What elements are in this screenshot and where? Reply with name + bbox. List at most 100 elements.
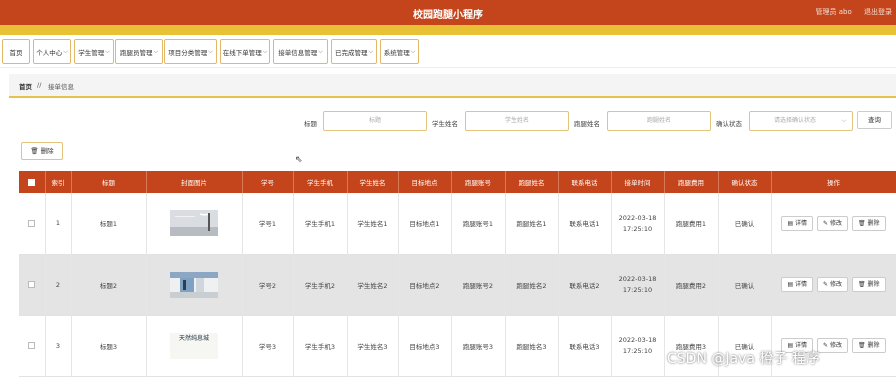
title-cell: 标题2 [71, 254, 147, 315]
runner-name-cell: 跑腿姓名3 [505, 315, 559, 376]
row-index: 3 [45, 315, 72, 376]
chevron-down-icon: ⌵ [841, 117, 846, 124]
row-checkbox[interactable] [19, 193, 46, 254]
breadcrumb-home[interactable]: 首页 [19, 81, 32, 91]
edit-button-label: 修改 [829, 281, 842, 288]
nav-item-label: 首页 [9, 48, 23, 57]
column-header: 跑腿账号 [451, 171, 506, 193]
runner-name-label: 跑腿姓名 [574, 120, 600, 128]
nav-item-0[interactable]: 首页 [2, 39, 30, 64]
runner-name-cell: 跑腿姓名2 [505, 254, 559, 315]
edit-button[interactable]: ✎ 修改 [817, 338, 848, 353]
fee-cell: 跑腿费用1 [664, 193, 719, 254]
runner-account-cell: 跑腿账号1 [451, 193, 506, 254]
row-index: 2 [45, 254, 72, 315]
student-name-cell: 学生姓名2 [347, 254, 399, 315]
delete-button[interactable]: 🗑 删除 [852, 277, 886, 292]
accept-time-cell: 2022-03-18 17:25:10 [611, 193, 665, 254]
phone-cell: 联系电话3 [558, 315, 612, 376]
batch-delete-button[interactable]: 🗑 删除 [21, 142, 63, 160]
target-cell: 目标地点1 [398, 193, 452, 254]
row-checkbox[interactable] [19, 315, 46, 376]
delete-button-label: 删除 [867, 219, 880, 227]
row-actions: ▤ 详情 ✎ 修改 🗑 删除 [771, 254, 896, 315]
chevron-down-icon: ⌵ [368, 47, 374, 55]
nav-item-4[interactable]: 项目分类管理 ⌵ [164, 39, 217, 64]
trash-icon: 🗑 [858, 342, 868, 349]
nav-item-label: 个人中心 [36, 48, 63, 57]
chevron-down-icon: ⌵ [318, 47, 323, 55]
edit-button-label: 修改 [829, 219, 842, 227]
status-cell: 已确认 [718, 193, 772, 254]
column-header: 跑腿费用 [664, 171, 719, 193]
cover-image [170, 210, 218, 237]
watermark: CSDN @Java 橙子 程序 [667, 351, 820, 367]
cover-cell: 天然纯息城 [146, 315, 243, 376]
breadcrumb-separator: // [37, 81, 42, 89]
table-row: 1 标题1 学号1 学生手机1 学生姓名1 目标地点1 跑腿账号1 跑腿姓名1 联系电话1 202… [19, 193, 896, 254]
title-cell: 标题1 [71, 193, 147, 254]
delete-button[interactable]: 🗑 删除 [852, 215, 886, 231]
main-nav: 首页 个人中心 ⌵ 学生管理 ⌵ 跑腿员管理 ⌵ 项目分类管理 ⌵ 在线下单管理 ⌵ 接单信息管理 ⌵ 已… [0, 35, 896, 68]
delete-button[interactable]: 🗑 删除 [852, 338, 886, 353]
student-phone-cell: 学生手机1 [293, 193, 348, 254]
runner-account-cell: 跑腿账号2 [451, 254, 506, 315]
detail-icon: ▤ [787, 219, 796, 227]
cover-image: 天然纯息城 [170, 332, 218, 359]
nav-item-label: 学生管理 [78, 48, 105, 57]
edit-icon: ✎ [823, 281, 830, 288]
title-input[interactable]: 标题 [323, 111, 427, 131]
accept-date: 2022-03-18 [618, 336, 657, 344]
detail-button[interactable]: ▤ 详情 [781, 215, 814, 231]
column-header: 学生姓名 [347, 171, 399, 193]
nav-item-label: 跑腿员管理 [119, 48, 153, 57]
select-all-checkbox[interactable] [19, 171, 46, 193]
column-header: 跑腿姓名 [505, 171, 559, 193]
nav-item-label: 在线下单管理 [222, 48, 262, 57]
accept-clock: 17:25:10 [622, 286, 653, 294]
accept-date: 2022-03-18 [618, 275, 657, 283]
detail-button[interactable]: ▤ 详情 [781, 277, 814, 292]
nav-item-1[interactable]: 个人中心 ⌵ [33, 39, 71, 64]
student-phone-cell: 学生手机3 [293, 315, 348, 376]
target-cell: 目标地点3 [398, 315, 452, 376]
accept-clock: 17:25:10 [622, 224, 653, 233]
row-checkbox[interactable] [19, 254, 46, 315]
chevron-down-icon: ⌵ [208, 47, 213, 55]
runner-name-input[interactable]: 跑腿姓名 [607, 111, 711, 131]
table-header-row: 索引 标题 封面图片 学号 学生手机 学生姓名 目标地点 跑腿账号 跑腿姓名 联系电话 接单时间 跑腿… [19, 171, 896, 193]
column-header: 索引 [45, 171, 72, 193]
breadcrumb-current: 接单信息 [48, 83, 74, 91]
nav-item-7[interactable]: 已完成管理 ⌵ [331, 39, 377, 64]
mouse-cursor-icon: ⇖ [295, 155, 303, 165]
edit-button[interactable]: ✎ 修改 [817, 277, 848, 292]
column-header: 确认状态 [718, 171, 772, 193]
detail-button-label: 详情 [795, 281, 808, 288]
query-button[interactable]: 查询 [857, 111, 892, 129]
column-header: 学号 [242, 171, 294, 193]
nav-item-5[interactable]: 在线下单管理 ⌵ [220, 39, 270, 64]
student-name-cell: 学生姓名3 [347, 315, 399, 376]
trash-icon: 🗑 [858, 281, 868, 288]
top-bar: 校园跑腿小程序 管理员 abo 退出登录 [0, 0, 896, 25]
target-cell: 目标地点2 [398, 254, 452, 315]
nav-item-8[interactable]: 系统管理 ⌵ [380, 39, 419, 64]
nav-item-6[interactable]: 接单信息管理 ⌵ [273, 39, 328, 64]
confirm-status-select[interactable]: 请选择确认状态 ⌵ [749, 111, 853, 131]
logout-link[interactable]: 退出登录 [864, 8, 892, 16]
student-name-input[interactable]: 学生姓名 [465, 111, 569, 131]
column-header: 标题 [71, 171, 147, 193]
chevron-down-icon: ⌵ [105, 47, 110, 55]
nav-item-3[interactable]: 跑腿员管理 ⌵ [115, 39, 163, 64]
nav-item-2[interactable]: 学生管理 ⌵ [74, 39, 114, 64]
nav-item-label: 项目分类管理 [168, 48, 208, 57]
detail-icon: ▤ [787, 281, 796, 288]
accept-clock: 17:25:10 [622, 347, 653, 355]
cover-cell [146, 254, 243, 315]
user-area: 管理员 abo 退出登录 [806, 7, 892, 17]
cover-image [170, 271, 218, 298]
runner-name-cell: 跑腿姓名1 [505, 193, 559, 254]
column-header: 封面图片 [146, 171, 243, 193]
edit-button[interactable]: ✎ 修改 [817, 215, 848, 231]
nav-item-label: 接单信息管理 [278, 48, 318, 57]
